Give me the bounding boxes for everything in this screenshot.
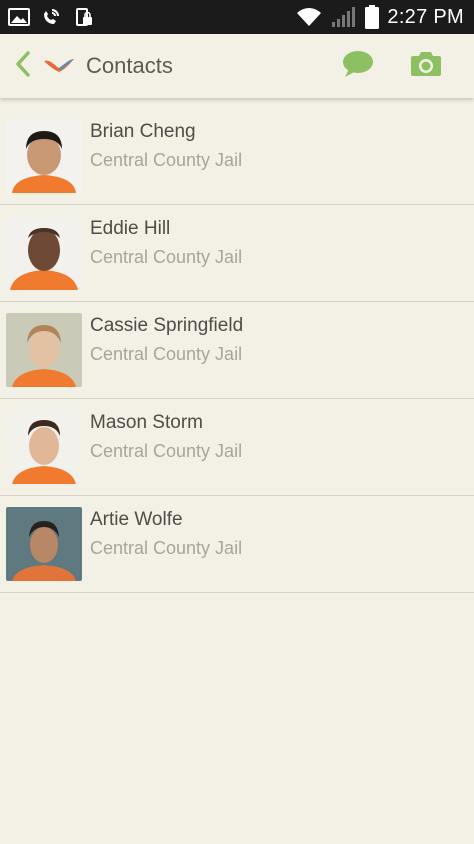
contact-name: Brian Cheng — [90, 121, 196, 142]
app-bar: Contacts — [0, 34, 474, 98]
image-icon — [8, 7, 30, 27]
battery-icon — [365, 5, 380, 29]
contact-facility: Central County Jail — [90, 538, 243, 558]
contact-text: Mason Storm Central County Jail — [90, 409, 242, 465]
message-icon — [341, 49, 375, 84]
contact-text: Eddie Hill Central County Jail — [90, 215, 242, 271]
avatar — [6, 410, 82, 484]
page-title: Contacts — [86, 53, 173, 78]
app-actions — [338, 46, 474, 86]
avatar — [6, 507, 82, 581]
contact-item[interactable]: Artie Wolfe Central County Jail — [0, 496, 474, 593]
contact-name: Eddie Hill — [90, 218, 171, 239]
status-right: 2:27 PM — [295, 5, 474, 29]
contact-facility: Central County Jail — [90, 441, 243, 461]
camera-icon — [409, 50, 443, 83]
avatar — [6, 313, 82, 387]
contact-name: Mason Storm — [90, 412, 203, 433]
contact-name: Artie Wolfe — [90, 509, 183, 530]
avatar — [6, 216, 82, 290]
status-time: 2:27 PM — [387, 5, 464, 28]
contact-item[interactable]: Brian Cheng Central County Jail — [0, 108, 474, 205]
contact-list: Brian Cheng Central County Jail Eddie Hi… — [0, 108, 474, 593]
contact-facility: Central County Jail — [90, 150, 243, 170]
chevron-left-icon — [15, 50, 31, 83]
lock-icon — [72, 6, 94, 28]
contact-item[interactable]: Eddie Hill Central County Jail — [0, 205, 474, 302]
contact-facility: Central County Jail — [90, 247, 243, 267]
avatar — [6, 119, 82, 193]
contact-text: Brian Cheng Central County Jail — [90, 118, 242, 174]
signal-icon — [331, 6, 357, 28]
camera-button[interactable] — [406, 46, 446, 86]
status-left-icons — [0, 6, 94, 28]
contact-facility: Central County Jail — [90, 344, 243, 364]
status-bar: 2:27 PM — [0, 0, 474, 34]
back-button[interactable] — [6, 34, 40, 98]
contact-item[interactable]: Mason Storm Central County Jail — [0, 399, 474, 496]
contact-name: Cassie Springfield — [90, 315, 244, 336]
contact-item[interactable]: Cassie Springfield Central County Jail — [0, 302, 474, 399]
message-button[interactable] — [338, 46, 378, 86]
wifi-icon — [295, 6, 323, 28]
app-logo-icon — [42, 54, 76, 78]
phone-wifi-icon — [40, 6, 62, 28]
contact-text: Artie Wolfe Central County Jail — [90, 506, 242, 562]
contact-text: Cassie Springfield Central County Jail — [90, 312, 243, 368]
